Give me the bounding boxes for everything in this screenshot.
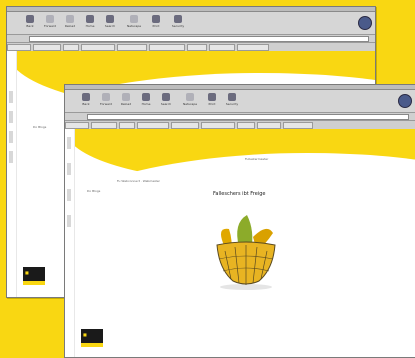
side-nav-item[interactable] (9, 131, 13, 143)
side-nav-item[interactable] (9, 91, 13, 103)
bookmark-item[interactable] (283, 122, 313, 129)
nav-link[interactable]: Fu Webconnect · Webmaster (117, 179, 160, 183)
search-icon (162, 93, 170, 101)
brand-logo: ■ (23, 267, 45, 285)
home-icon (86, 15, 94, 23)
side-note[interactable]: Do Blogs (33, 125, 46, 129)
logo-mark: ■ (25, 270, 29, 275)
side-nav-item[interactable] (67, 163, 71, 175)
search-button[interactable]: Search (103, 14, 117, 32)
bookmark-item[interactable] (237, 122, 255, 129)
bookmark-item[interactable] (237, 44, 269, 51)
bookmark-item[interactable] (117, 44, 147, 51)
home-button[interactable]: Home (83, 14, 97, 32)
bookmark-item[interactable] (171, 122, 199, 129)
back-icon (82, 93, 90, 101)
reload-button[interactable]: Reload (63, 14, 77, 32)
browser-window-front[interactable]: Back Forward Reload Home Search Netscape… (64, 84, 415, 358)
bookmark-item[interactable] (137, 122, 169, 129)
back-button[interactable]: Back (79, 92, 93, 110)
throbber-icon (398, 94, 412, 108)
side-nav (7, 51, 17, 297)
url-input[interactable] (29, 36, 369, 42)
url-input[interactable] (87, 114, 409, 120)
security-button[interactable]: Security (171, 14, 185, 32)
location-bar (7, 35, 375, 43)
reload-icon (66, 15, 74, 23)
home-icon (142, 93, 150, 101)
forward-button[interactable]: Forward (43, 14, 57, 32)
forward-button[interactable]: Forward (99, 92, 113, 110)
side-nav-item[interactable] (67, 189, 71, 201)
reload-button[interactable]: Reload (119, 92, 133, 110)
print-icon (208, 93, 216, 101)
side-nav-item[interactable] (67, 137, 71, 149)
security-icon (228, 93, 236, 101)
bookmark-item[interactable] (81, 44, 115, 51)
netscape-button[interactable]: Netscape (183, 92, 197, 110)
security-icon (174, 15, 182, 23)
side-nav-item[interactable] (67, 215, 71, 227)
bookmark-item[interactable] (201, 122, 235, 129)
fruit-bowl-image (216, 215, 276, 290)
nav-link[interactable]: Fullestermaster (245, 157, 268, 161)
page-content: Fu Webconnect · Webmaster Do Blogs Fulle… (65, 129, 415, 357)
navigation-toolbar: Back Forward Reload Home Search Netscape… (65, 90, 415, 113)
side-nav (65, 129, 75, 357)
print-button[interactable]: Print (205, 92, 219, 110)
brand-logo: ■ (81, 329, 103, 347)
location-bar (65, 113, 415, 121)
back-button[interactable]: Back (23, 14, 37, 32)
side-nav-item[interactable] (9, 111, 13, 123)
nav-link[interactable]: Do Blogs (87, 189, 100, 193)
reload-icon (122, 93, 130, 101)
bookmark-item[interactable] (7, 44, 31, 51)
forward-icon (46, 15, 54, 23)
search-icon (106, 15, 114, 23)
bookmark-item[interactable] (63, 44, 79, 51)
throbber-icon (358, 16, 372, 30)
logo-mark: ■ (83, 332, 87, 337)
bookmark-item[interactable] (33, 44, 61, 51)
page-heading: Falleschers ibt Freige (213, 191, 266, 197)
netscape-icon (186, 93, 194, 101)
print-button[interactable]: Print (149, 14, 163, 32)
netscape-button[interactable]: Netscape (127, 14, 141, 32)
search-button[interactable]: Search (159, 92, 173, 110)
bookmark-item[interactable] (149, 44, 185, 51)
print-icon (152, 15, 160, 23)
navigation-toolbar: Back Forward Reload Home Search Netscape… (7, 12, 375, 35)
bookmark-item[interactable] (65, 122, 89, 129)
side-nav-item[interactable] (9, 151, 13, 163)
bookmark-item[interactable] (119, 122, 135, 129)
bookmark-item[interactable] (91, 122, 117, 129)
bookmark-item[interactable] (209, 44, 235, 51)
forward-icon (102, 93, 110, 101)
back-icon (26, 15, 34, 23)
bookmark-item[interactable] (257, 122, 281, 129)
security-button[interactable]: Security (225, 92, 239, 110)
bookmark-item[interactable] (187, 44, 207, 51)
netscape-icon (130, 15, 138, 23)
home-button[interactable]: Home (139, 92, 153, 110)
